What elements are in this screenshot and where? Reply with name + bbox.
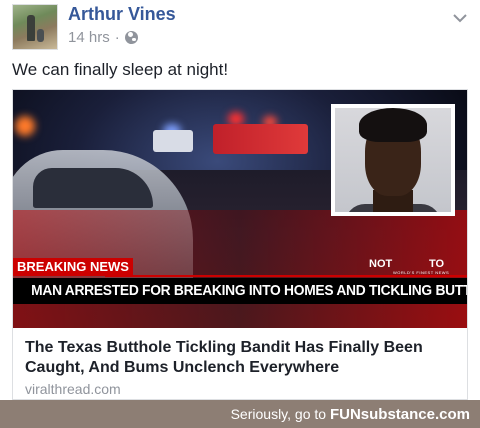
watermark-prefix: Seriously, go to: [230, 406, 330, 422]
police-car-window: [33, 168, 153, 208]
link-domain: viralthread.com: [25, 381, 121, 397]
link-preview-text[interactable]: The Texas Butthole Tickling Bandit Has F…: [13, 328, 467, 399]
author-name[interactable]: Arthur Vines: [68, 4, 176, 25]
meta-separator: ·: [114, 29, 120, 46]
avatar-figure-person: [27, 15, 35, 41]
breaking-news-rule: [105, 275, 467, 277]
link-preview-card[interactable]: BREAKING NEWS NOT WORLD'S FINEST NEWS TO…: [12, 89, 468, 400]
link-preview-image[interactable]: BREAKING NEWS NOT WORLD'S FINEST NEWS TO…: [13, 90, 467, 328]
streetlight-glow: [15, 116, 35, 136]
network-logo-right: TO: [429, 258, 445, 270]
post-header: Arthur Vines 14 hrs ·: [12, 4, 468, 50]
news-ticker-headline: MAN ARRESTED FOR BREAKING INTO HOMES AND…: [31, 282, 467, 299]
chevron-down-icon[interactable]: [452, 12, 468, 24]
watermark-text: Seriously, go to FUNsubstance.com: [231, 406, 470, 423]
avatar-figure-dog: [37, 29, 44, 42]
mugshot-photo: [331, 104, 455, 216]
mugshot-hair: [359, 108, 427, 142]
author-avatar[interactable]: [12, 4, 58, 50]
post-meta: 14 hrs ·: [68, 29, 138, 46]
watermark-footer: Seriously, go to FUNsubstance.com: [0, 400, 480, 428]
mugshot-background: [335, 108, 451, 212]
emergency-vehicle: [153, 130, 193, 152]
post-timestamp[interactable]: 14 hrs: [68, 29, 110, 46]
fire-truck: [213, 124, 308, 154]
breaking-news-label: BREAKING NEWS: [13, 258, 133, 276]
globe-icon[interactable]: [124, 31, 138, 44]
network-logo-left: NOT: [369, 258, 393, 270]
watermark-brand: FUNsubstance.com: [329, 406, 470, 423]
network-tagline: WORLD'S FINEST NEWS: [393, 270, 450, 275]
link-title[interactable]: The Texas Butthole Tickling Bandit Has F…: [25, 338, 455, 378]
post-status-text: We can finally sleep at night!: [12, 60, 229, 79]
